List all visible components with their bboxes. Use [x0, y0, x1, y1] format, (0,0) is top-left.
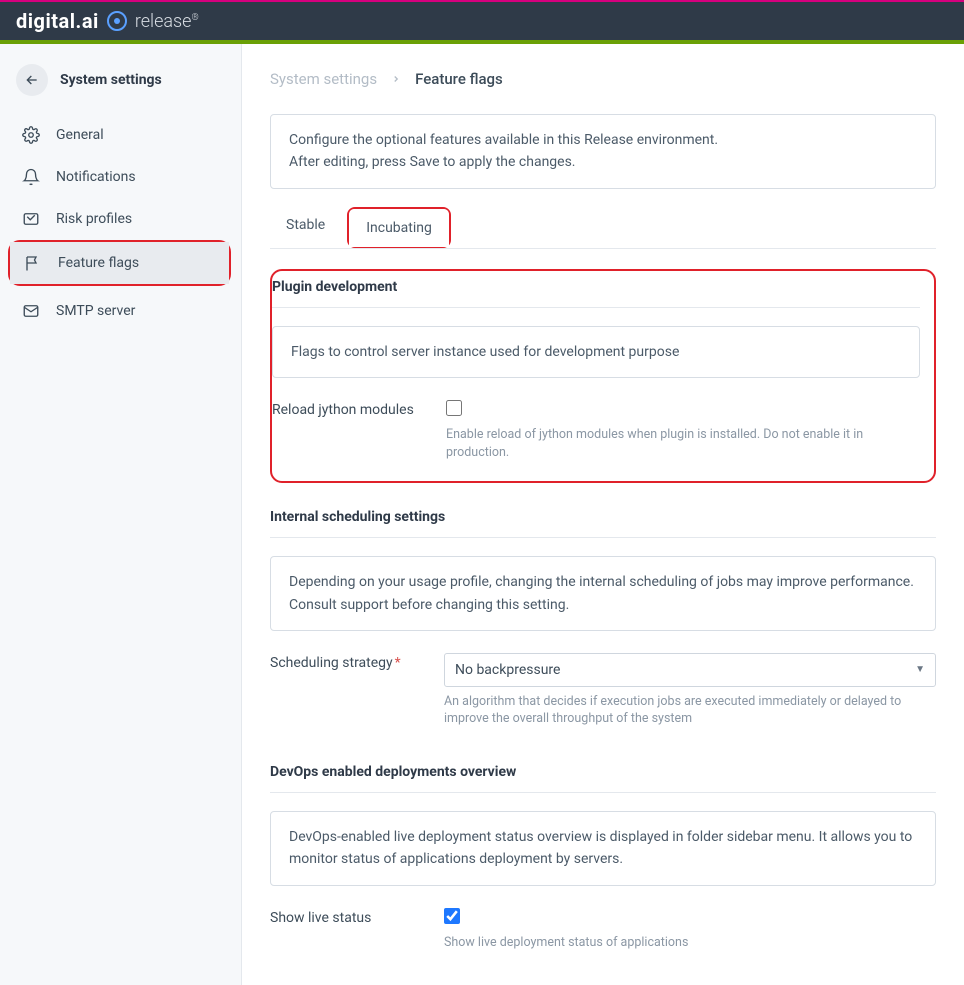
- main-content: System settings Feature flags Configure …: [242, 44, 964, 985]
- sidebar: System settings General Notifications Ri…: [0, 44, 242, 985]
- back-button[interactable]: [16, 64, 48, 96]
- chevron-right-icon: [391, 74, 401, 84]
- sidebar-title: System settings: [60, 72, 162, 88]
- intro-box: Configure the optional features availabl…: [270, 114, 936, 189]
- tab-incubating[interactable]: Incubating: [349, 209, 449, 247]
- plugin-dev-desc: Flags to control server instance used fo…: [272, 326, 920, 378]
- section-title-devops: DevOps enabled deployments overview: [270, 756, 936, 793]
- section-title-plugin-dev: Plugin development: [272, 271, 920, 308]
- sidebar-item-general[interactable]: General: [0, 114, 241, 156]
- intro-line2: After editing, press Save to apply the c…: [289, 151, 917, 173]
- sidebar-item-label: Feature flags: [58, 255, 139, 271]
- highlight-tab-incubating: Incubating: [347, 207, 451, 248]
- sidebar-item-smtp-server[interactable]: SMTP server: [0, 290, 241, 332]
- gear-icon: [22, 126, 40, 144]
- sidebar-item-label: Notifications: [56, 169, 136, 185]
- caret-down-icon: ▼: [915, 664, 925, 675]
- top-bar: digital.ai release®: [0, 0, 964, 40]
- risk-icon: [22, 210, 40, 228]
- breadcrumb-parent[interactable]: System settings: [270, 70, 377, 88]
- bell-icon: [22, 168, 40, 186]
- sidebar-item-label: SMTP server: [56, 303, 135, 319]
- section-title-scheduling: Internal scheduling settings: [270, 501, 936, 538]
- scheduling-desc: Depending on your usage profile, changin…: [270, 556, 936, 631]
- highlight-sidebar-feature-flags: Feature flags: [8, 240, 231, 286]
- sidebar-item-notifications[interactable]: Notifications: [0, 156, 241, 198]
- show-live-status-checkbox[interactable]: [444, 908, 460, 924]
- mail-icon: [22, 302, 40, 320]
- sidebar-item-label: Risk profiles: [56, 211, 132, 227]
- breadcrumb-current: Feature flags: [415, 70, 503, 88]
- tab-stable[interactable]: Stable: [270, 207, 341, 248]
- arrow-left-icon: [24, 72, 40, 88]
- tabs: Stable Incubating: [270, 207, 936, 249]
- reload-jython-hint: Enable reload of jython modules when plu…: [446, 426, 920, 461]
- brand-product: release®: [135, 11, 199, 32]
- intro-line1: Configure the optional features availabl…: [289, 129, 917, 151]
- sidebar-item-label: General: [56, 127, 104, 143]
- scheduling-strategy-label: Scheduling strategy*: [270, 653, 444, 671]
- sidebar-header: System settings: [0, 56, 241, 114]
- breadcrumb: System settings Feature flags: [270, 44, 936, 114]
- devops-desc: DevOps-enabled live deployment status ov…: [270, 811, 936, 886]
- show-live-status-hint: Show live deployment status of applicati…: [444, 934, 936, 952]
- highlight-plugin-development: Plugin development Flags to control serv…: [270, 269, 936, 483]
- sidebar-item-feature-flags[interactable]: Feature flags: [10, 242, 229, 284]
- show-live-status-label: Show live status: [270, 908, 444, 926]
- brand: digital.ai release®: [16, 9, 199, 33]
- flag-icon: [24, 254, 42, 272]
- reload-jython-checkbox[interactable]: [446, 400, 462, 416]
- reload-jython-label: Reload jython modules: [272, 400, 446, 418]
- sidebar-item-risk-profiles[interactable]: Risk profiles: [0, 198, 241, 240]
- scheduling-strategy-value: No backpressure: [455, 662, 560, 678]
- brand-logo: digital.ai: [16, 9, 99, 33]
- product-icon: [107, 11, 127, 31]
- scheduling-strategy-select[interactable]: No backpressure ▼: [444, 653, 936, 687]
- scheduling-strategy-hint: An algorithm that decides if execution j…: [444, 693, 936, 728]
